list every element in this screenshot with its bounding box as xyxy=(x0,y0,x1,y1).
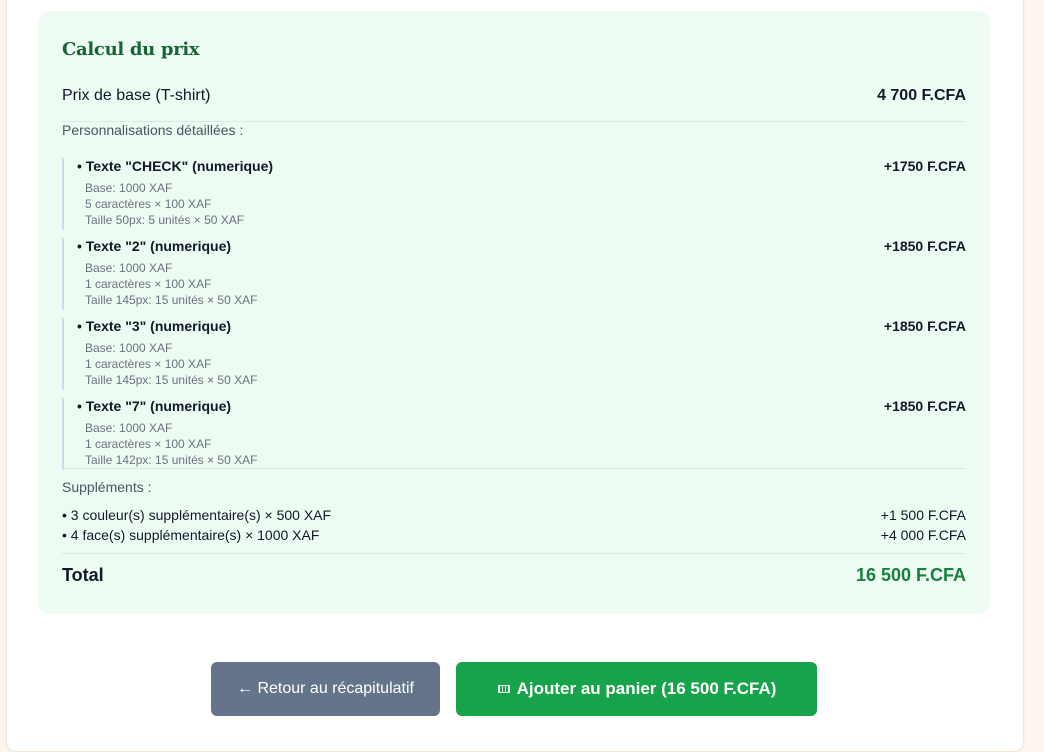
supplement-row: • 3 couleur(s) supplémentaire(s) × 500 X… xyxy=(62,505,966,525)
base-price-label: Prix de base (T-shirt) xyxy=(62,87,211,104)
customization-detail: Taille 145px: 15 unités × 50 XAF xyxy=(85,293,258,307)
base-price-row: Prix de base (T-shirt) 4 700 F.CFA xyxy=(62,81,966,122)
price-title: Calcul du prix xyxy=(62,39,200,60)
customization-amount: +1850 F.CFA xyxy=(883,398,966,414)
customization-item: • Texte "2" (numerique) +1850 F.CFA Base… xyxy=(62,238,966,310)
customization-detail: 1 caractères × 100 XAF xyxy=(85,277,212,291)
total-label: Total xyxy=(62,564,104,585)
total-row: Total 16 500 F.CFA xyxy=(62,564,966,586)
supplement-label: • 4 face(s) supplémentaire(s) × 1000 XAF xyxy=(62,527,320,543)
back-button-label: ← Retour au récapitulatif xyxy=(237,680,414,697)
customization-amount: +1750 F.CFA xyxy=(883,158,966,174)
supplements-label: Suppléments : xyxy=(62,479,152,495)
customization-detail: 1 caractères × 100 XAF xyxy=(85,357,212,371)
customization-detail: Base: 1000 XAF xyxy=(85,181,173,195)
customization-item: • Texte "CHECK" (numerique) +1750 F.CFA … xyxy=(62,158,966,230)
customization-item: • Texte "7" (numerique) +1850 F.CFA Base… xyxy=(62,398,966,470)
customization-detail: Base: 1000 XAF xyxy=(85,421,173,435)
customization-detail: Base: 1000 XAF xyxy=(85,261,173,275)
supplement-label: • 3 couleur(s) supplémentaire(s) × 500 X… xyxy=(62,507,332,523)
supplement-amount: +1 500 F.CFA xyxy=(880,507,966,523)
customization-detail: Taille 142px: 15 unités × 50 XAF xyxy=(85,453,258,467)
add-to-cart-label: Ajouter au panier (16 500 F.CFA) xyxy=(516,679,777,698)
customization-label: • Texte "CHECK" (numerique) xyxy=(77,158,274,174)
supplement-row: • 4 face(s) supplémentaire(s) × 1000 XAF… xyxy=(62,525,966,545)
add-to-cart-button[interactable]: Ajouter au panier (16 500 F.CFA) xyxy=(456,662,817,716)
customization-label: • Texte "7" (numerique) xyxy=(77,398,232,414)
divider xyxy=(62,468,966,469)
total-amount: 16 500 F.CFA xyxy=(855,564,966,585)
customizations-label: Personnalisations détaillées : xyxy=(62,122,244,138)
customization-amount: +1850 F.CFA xyxy=(883,238,966,254)
price-calculation-panel: Calcul du prix Prix de base (T-shirt) 4 … xyxy=(38,11,990,614)
customizations-list: • Texte "CHECK" (numerique) +1750 F.CFA … xyxy=(62,158,966,478)
customization-detail: Base: 1000 XAF xyxy=(85,341,173,355)
customization-detail: Taille 145px: 15 unités × 50 XAF xyxy=(85,373,258,387)
base-price-amount: 4 700 F.CFA xyxy=(877,87,966,104)
customization-detail: 1 caractères × 100 XAF xyxy=(85,437,212,451)
customization-label: • Texte "2" (numerique) xyxy=(77,238,232,254)
customization-amount: +1850 F.CFA xyxy=(883,318,966,334)
customization-item: • Texte "3" (numerique) +1850 F.CFA Base… xyxy=(62,318,966,390)
customization-label: • Texte "3" (numerique) xyxy=(77,318,232,334)
back-to-summary-button[interactable]: ← Retour au récapitulatif xyxy=(211,662,440,716)
customization-detail: Taille 50px: 5 unités × 50 XAF xyxy=(85,213,245,227)
shopping-cart-icon xyxy=(497,684,510,694)
divider xyxy=(62,553,966,554)
supplement-amount: +4 000 F.CFA xyxy=(880,527,966,543)
customization-detail: 5 caractères × 100 XAF xyxy=(85,197,212,211)
